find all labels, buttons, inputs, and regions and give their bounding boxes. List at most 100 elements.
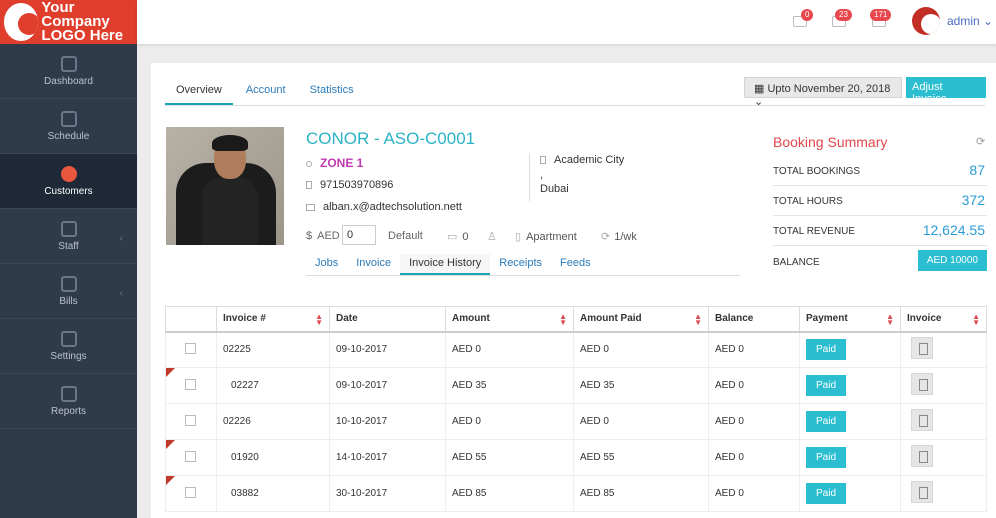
invoice-number[interactable]: 02226 — [216, 403, 330, 440]
tab-statistics[interactable]: Statistics — [299, 78, 365, 105]
col-date: Date — [329, 306, 446, 333]
payment-cell: Paid — [799, 475, 901, 512]
tab-invoice[interactable]: Invoice — [347, 254, 400, 275]
invoice-balance: AED 0 — [708, 403, 800, 440]
invoice-number[interactable]: 02227 — [216, 367, 330, 404]
sidebar-item-settings[interactable]: Settings — [0, 319, 137, 374]
invoice-balance: AED 0 — [708, 439, 800, 476]
home-icon — [540, 156, 546, 165]
flag-icon — [166, 476, 175, 485]
customer-city: Dubai — [540, 183, 569, 195]
row-checkbox[interactable] — [185, 486, 196, 498]
amount-input[interactable]: 0 — [342, 225, 376, 245]
tab-jobs[interactable]: Jobs — [306, 254, 347, 275]
date-filter-button[interactable]: ▦ Upto November 20, 2018 ⌄ — [744, 77, 902, 108]
table-header-row: Invoice # ▲ ▼ Date Amount ▲ ▼ Amount Paid ▲ ▼ … — [165, 306, 987, 333]
tab-overview[interactable]: Overview — [165, 78, 233, 105]
flag-icon — [166, 440, 175, 449]
dollar-icon: $ — [306, 230, 313, 242]
adjust-invoice-button[interactable]: Adjust Invoice — [906, 77, 986, 105]
summary-revenue: TOTAL REVENUE 12,624.55 — [773, 216, 987, 246]
invoice-amount-paid: AED 0 — [573, 331, 709, 368]
col-invoice-number[interactable]: Invoice # ▲ ▼ — [216, 306, 330, 333]
sidebar-item-staff[interactable]: Staff ‹ — [0, 209, 137, 264]
paid-badge[interactable]: Paid — [806, 339, 847, 361]
tab-invoice-history[interactable]: Invoice History — [400, 254, 491, 275]
summary-hours: TOTAL HOURS 372 — [773, 186, 987, 216]
pdf-icon[interactable] — [911, 445, 933, 467]
col-balance: Balance — [708, 306, 800, 333]
row-checkbox[interactable] — [185, 342, 196, 354]
tab-account[interactable]: Account — [235, 78, 297, 105]
invoice-date: 30-10-2017 — [329, 475, 446, 512]
payment-cell: Paid — [799, 331, 901, 368]
row-checkbox[interactable] — [185, 450, 196, 462]
paid-badge[interactable]: Paid — [806, 447, 847, 468]
refresh-icon[interactable]: ⟳ — [976, 135, 985, 148]
col-invoice[interactable]: Invoice ▲ ▼ — [900, 306, 987, 333]
paid-badge[interactable]: Paid — [806, 375, 847, 396]
pdf-icon[interactable] — [911, 337, 933, 360]
pdf-icon[interactable] — [911, 481, 933, 503]
invoice-amount-paid: AED 0 — [573, 403, 709, 440]
invoice-date: 09-10-2017 — [329, 367, 446, 404]
wrench-icon — [60, 330, 77, 347]
inbox-badge: 0 — [801, 9, 814, 21]
tab-receipts[interactable]: Receipts — [490, 254, 551, 275]
paid-badge[interactable]: Paid — [806, 483, 847, 504]
calendar-badge: 23 — [835, 9, 852, 21]
invoice-balance: AED 0 — [708, 475, 800, 512]
col-amount-paid[interactable]: Amount Paid ▲ ▼ — [573, 306, 709, 333]
sidebar-item-customers[interactable]: Customers — [0, 154, 137, 209]
default-label: Default — [388, 230, 423, 242]
avatar[interactable] — [912, 7, 940, 35]
invoice-number[interactable]: 01920 — [216, 439, 330, 476]
tab-feeds[interactable]: Feeds — [551, 254, 600, 275]
row-checkbox[interactable] — [185, 378, 196, 390]
customer-zone: ZONE 1 — [306, 156, 363, 170]
chevron-left-icon: ‹ — [119, 288, 123, 299]
row-select-cell — [165, 331, 217, 368]
customer-phone: 971503970896 — [306, 179, 393, 191]
bill-icon — [60, 275, 77, 292]
sort-icon[interactable]: ▲ ▼ — [559, 313, 567, 327]
table-row: 01920 14-10-2017 AED 55 AED 55 AED 0 Paid — [165, 439, 987, 476]
divider — [529, 153, 530, 201]
sort-icon[interactable]: ▲ ▼ — [972, 313, 980, 327]
col-payment[interactable]: Payment ▲ ▼ — [799, 306, 901, 333]
paid-badge[interactable]: Paid — [806, 411, 847, 432]
sidebar-item-schedule[interactable]: Schedule — [0, 99, 137, 154]
sidebar: Dashboard Schedule Customers Staff ‹ Bill… — [0, 44, 137, 518]
sort-icon[interactable]: ▲ ▼ — [315, 313, 323, 327]
sidebar-item-dashboard[interactable]: Dashboard — [0, 44, 137, 99]
invoice-amount: AED 85 — [445, 475, 574, 512]
customer-photo — [166, 127, 284, 245]
col-amount[interactable]: Amount ▲ ▼ — [445, 306, 574, 333]
row-select-cell — [165, 403, 217, 440]
pdf-icon[interactable] — [911, 373, 933, 395]
sidebar-item-reports[interactable]: Reports — [0, 374, 137, 429]
invoice-date: 14-10-2017 — [329, 439, 446, 476]
sidebar-item-bills[interactable]: Bills ‹ — [0, 264, 137, 319]
invoice-number[interactable]: 02225 — [216, 331, 330, 368]
row-checkbox[interactable] — [185, 414, 196, 426]
calendar-icon — [60, 110, 77, 127]
invoice-amount: AED 55 — [445, 439, 574, 476]
bed-icon: ▭ — [447, 231, 458, 243]
logo-line1: Your Company — [41, 0, 110, 30]
row-select-cell — [165, 439, 217, 476]
invoice-amount-paid: AED 35 — [573, 367, 709, 404]
payment-cell: Paid — [799, 403, 901, 440]
user-menu[interactable]: admin ⌄ — [947, 14, 993, 28]
calendar-icon: ▦ — [754, 83, 768, 95]
sort-icon[interactable]: ▲ ▼ — [694, 313, 702, 327]
company-logo[interactable]: Your Company LOGO Here — [0, 0, 137, 44]
pdf-icon[interactable] — [911, 409, 933, 431]
mail-icon — [306, 203, 315, 211]
sort-icon[interactable]: ▲ ▼ — [886, 313, 894, 327]
invoice-number[interactable]: 03882 — [216, 475, 330, 512]
chat-badge: 171 — [870, 9, 892, 21]
invoice-pdf-cell — [900, 331, 987, 368]
location-separator: , — [540, 169, 544, 181]
invoice-date: 09-10-2017 — [329, 331, 446, 368]
